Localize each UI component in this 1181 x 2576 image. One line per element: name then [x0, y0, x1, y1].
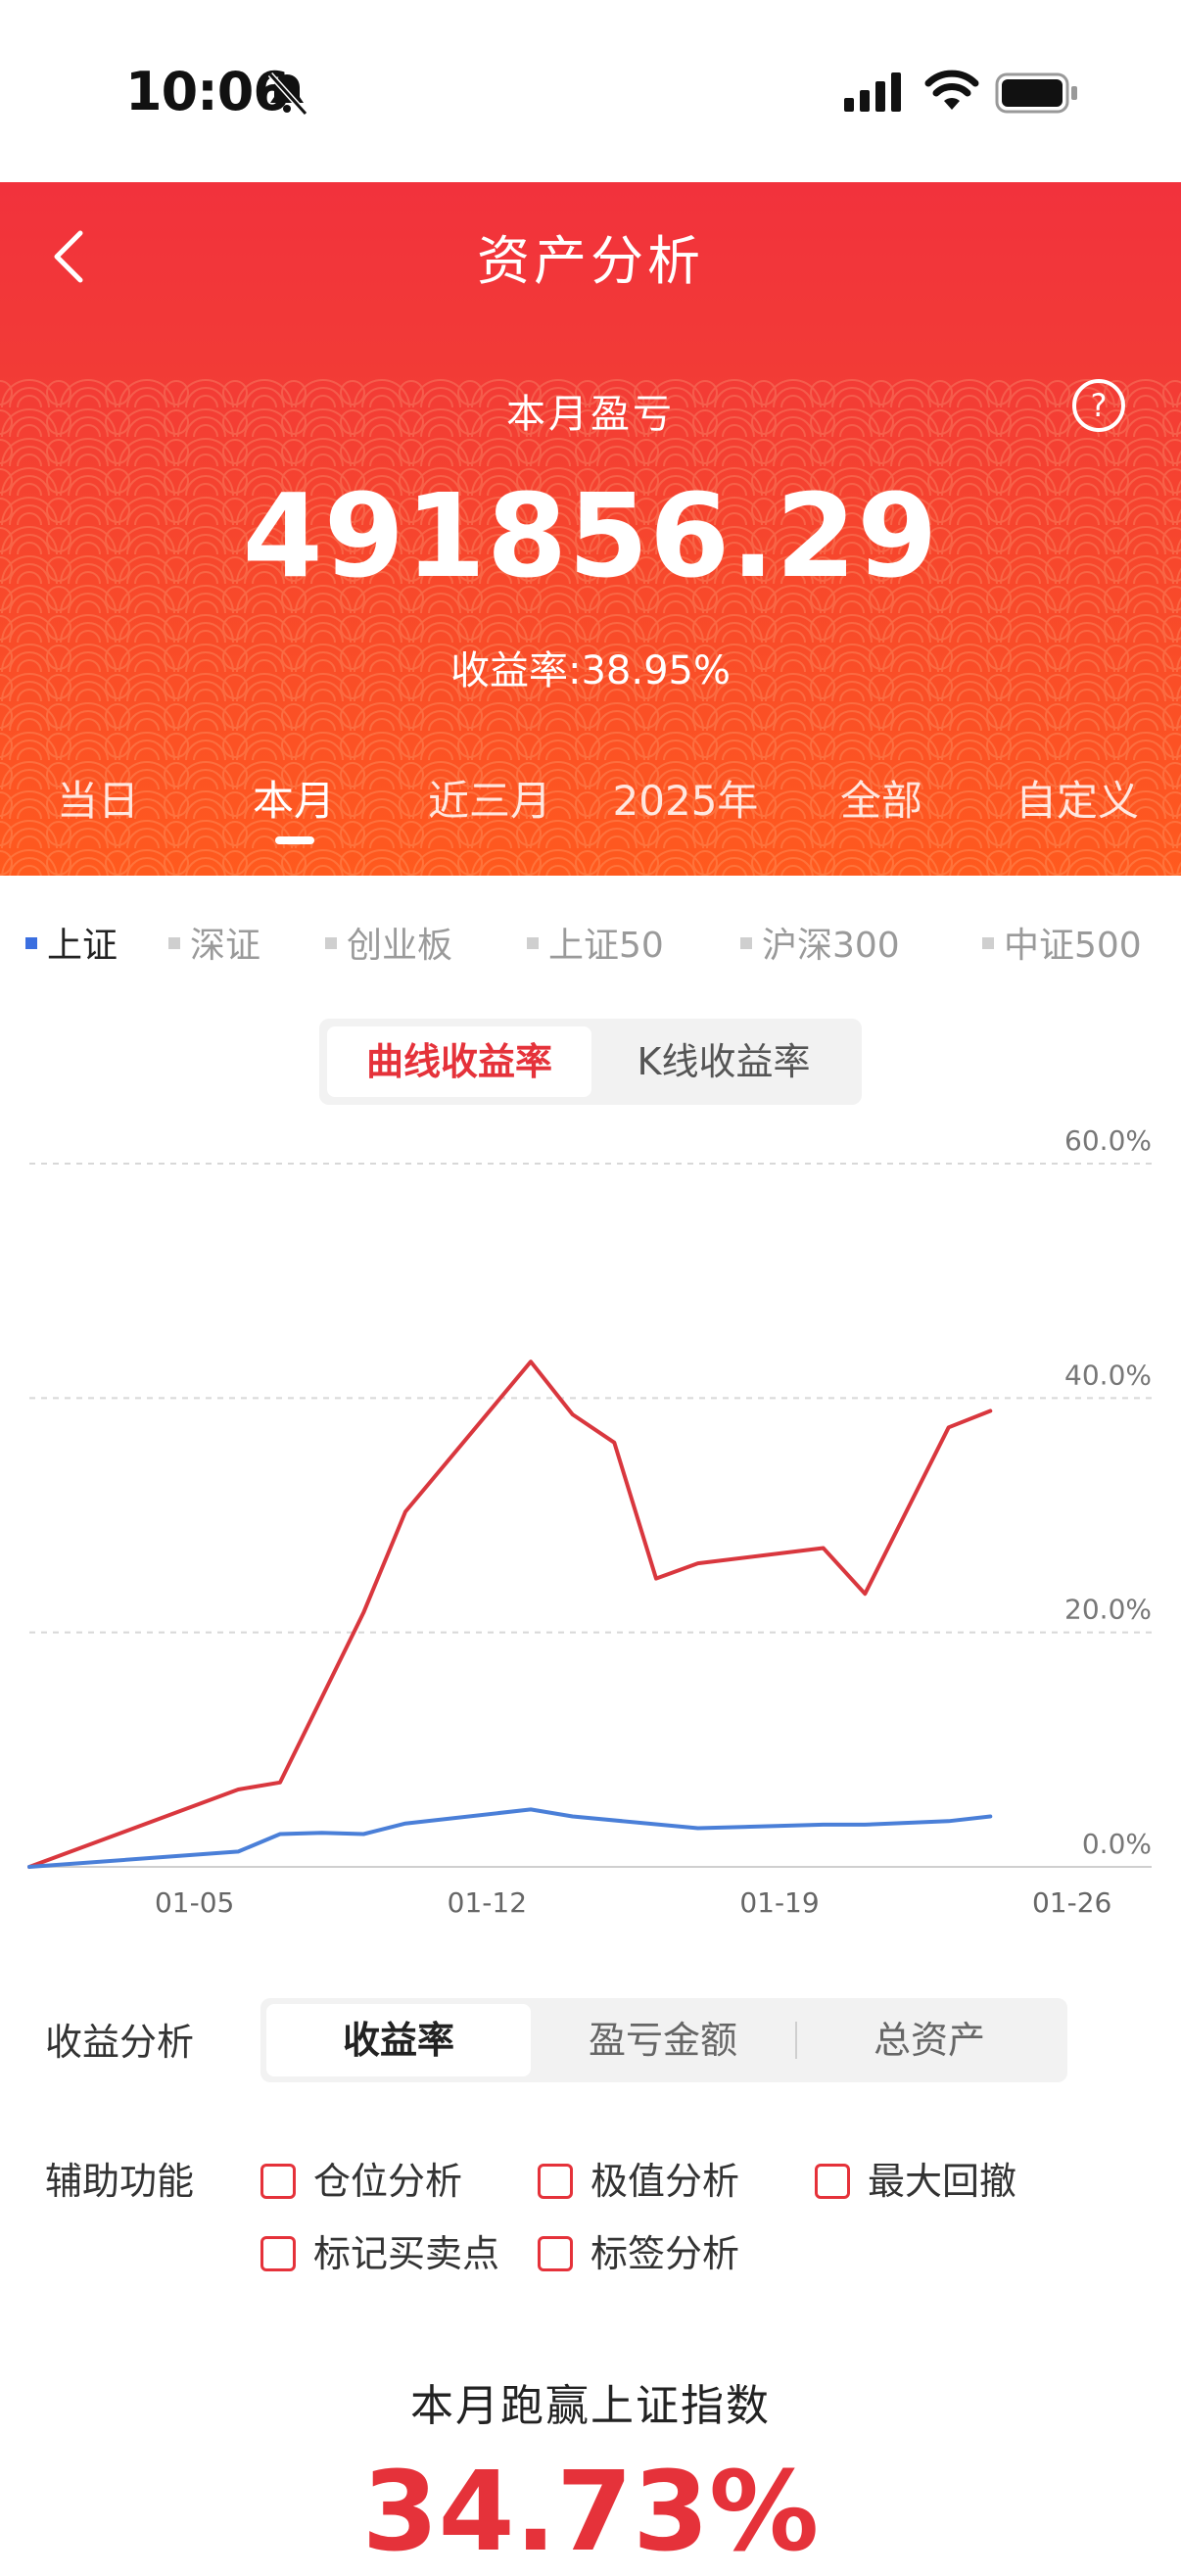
checkbox-label: 最大回撤 — [868, 2160, 1017, 2203]
svg-text:?: ? — [1091, 387, 1108, 424]
analysis-label: 收益分析 — [45, 2021, 195, 2064]
checkbox-box[interactable] — [260, 2235, 296, 2271]
index-color-marker — [325, 937, 337, 949]
index-color-marker — [982, 937, 994, 949]
x-tick-label: 01-05 — [155, 1886, 234, 1919]
index-tab-sz[interactable]: 深证 — [168, 917, 260, 968]
checkbox-box[interactable] — [815, 2163, 850, 2199]
index-color-marker — [25, 937, 37, 949]
index-tab-label: 创业板 — [347, 926, 453, 966]
checkbox-label: 标签分析 — [590, 2232, 740, 2275]
y-tick-label: 60.0% — [1064, 1124, 1152, 1157]
silent-bell-icon — [267, 72, 308, 117]
index-tab-sh[interactable]: 上证 — [25, 917, 118, 968]
index-tab-label: 上证 — [47, 926, 118, 966]
cellular-signal-icon — [844, 72, 901, 112]
checkbox-box[interactable] — [538, 2163, 573, 2199]
checkbox-box[interactable] — [260, 2163, 296, 2199]
page-title: 资产分析 — [477, 230, 704, 292]
return-chart: 60.0% 40.0% 20.0% 0.0% 01-05 01-12 01-19 01-26 — [27, 1124, 1152, 1919]
index-tab-gem[interactable]: 创业板 — [325, 917, 452, 968]
checkbox-position-analysis[interactable]: 仓位分析 — [260, 2151, 462, 2205]
series-line-index — [27, 1807, 993, 1869]
segment-total-assets[interactable]: 总资产 — [797, 2004, 1062, 2076]
period-tab-all[interactable]: 全部 — [783, 768, 979, 828]
checkbox-label: 仓位分析 — [313, 2160, 463, 2203]
checkbox-tag-analysis[interactable]: 标签分析 — [538, 2223, 739, 2277]
segment-return-rate[interactable]: 收益率 — [266, 2004, 531, 2076]
checkbox-label: 极值分析 — [590, 2160, 740, 2203]
checkbox-box[interactable] — [538, 2235, 573, 2271]
y-tick-label: 0.0% — [1082, 1828, 1152, 1860]
checkbox-extreme-analysis[interactable]: 极值分析 — [538, 2151, 739, 2205]
index-tab-label: 中证500 — [1004, 926, 1142, 966]
battery-icon — [995, 72, 1077, 114]
index-color-marker — [168, 937, 180, 949]
curve-return-tab[interactable]: 曲线收益率 — [327, 1026, 591, 1097]
index-color-marker — [527, 937, 539, 949]
series-line-portfolio — [27, 1360, 993, 1869]
y-tick-label: 40.0% — [1064, 1359, 1152, 1391]
segment-pnl-amount[interactable]: 盈亏金额 — [531, 2004, 795, 2076]
period-tab-3months[interactable]: 近三月 — [392, 768, 588, 828]
x-tick-label: 01-19 — [739, 1886, 819, 1919]
wifi-icon — [924, 70, 979, 110]
x-tick-label: 01-26 — [1032, 1886, 1111, 1919]
beat-index-title: 本月跑赢上证指数 — [410, 2381, 771, 2431]
index-tab-label: 沪深300 — [762, 926, 900, 966]
period-tab-month[interactable]: 本月 — [196, 768, 392, 828]
pnl-value: 491856.29 — [242, 468, 939, 603]
pnl-label: 本月盈亏 — [506, 392, 675, 437]
index-tab-label: 上证50 — [548, 926, 664, 966]
period-tab-custom[interactable]: 自定义 — [979, 768, 1175, 828]
period-tab-today[interactable]: 当日 — [0, 768, 196, 828]
index-color-marker — [740, 937, 752, 949]
auxiliary-label: 辅助功能 — [45, 2160, 195, 2203]
y-tick-label: 20.0% — [1064, 1594, 1152, 1626]
x-tick-label: 01-12 — [448, 1886, 527, 1919]
checkbox-trade-marks[interactable]: 标记买卖点 — [260, 2223, 499, 2277]
period-tab-year[interactable]: 2025年 — [588, 768, 783, 828]
beat-index-value: 34.73% — [361, 2449, 820, 2576]
checkbox-label: 标记买卖点 — [313, 2232, 500, 2275]
index-tab-zz500[interactable]: 中证500 — [982, 917, 1142, 968]
index-tab-label: 深证 — [190, 926, 261, 966]
index-tab-sz50[interactable]: 上证50 — [527, 917, 664, 968]
return-rate: 收益率:38.95% — [450, 648, 731, 693]
checkbox-max-drawdown[interactable]: 最大回撤 — [815, 2151, 1016, 2205]
period-tab-indicator — [275, 836, 314, 844]
index-tab-hs300[interactable]: 沪深300 — [740, 917, 900, 968]
kline-return-tab[interactable]: K线收益率 — [591, 1026, 856, 1097]
help-icon[interactable]: ? — [1071, 378, 1126, 433]
